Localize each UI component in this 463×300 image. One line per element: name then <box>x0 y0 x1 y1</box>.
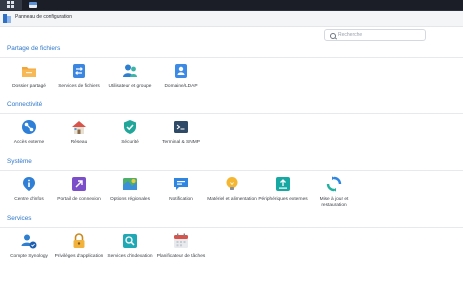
search-input[interactable] <box>338 31 423 39</box>
item-security[interactable]: Sécurité <box>104 119 156 146</box>
item-label: Privilèges d'application <box>54 254 104 259</box>
regional-map-icon <box>122 176 138 192</box>
search-box[interactable] <box>324 29 426 41</box>
task-scheduler-calendar-icon <box>173 233 189 249</box>
item-external-access[interactable]: Accès externe <box>3 119 55 146</box>
item-label: Portail de connexion <box>57 197 101 202</box>
window-titlebar: Panneau de configuration <box>0 11 463 27</box>
item-shared-folder[interactable]: Dossier partagé <box>3 63 55 90</box>
window-title: Panneau de configuration <box>15 14 72 20</box>
main-menu-button[interactable] <box>0 0 22 10</box>
item-label: Utilisateur et groupe <box>108 84 152 89</box>
item-hardware-power[interactable]: Matériel et alimentation <box>206 176 258 203</box>
login-portal-icon <box>71 176 87 192</box>
section-header: Connectivité <box>0 100 463 114</box>
item-synology-account[interactable]: Compte Synology <box>3 233 55 260</box>
control-panel-icon <box>3 14 11 23</box>
main-menu-grid-icon <box>7 1 14 8</box>
item-label: Notification <box>169 197 193 202</box>
item-network[interactable]: Réseau <box>53 119 105 146</box>
file-services-icon <box>71 63 87 79</box>
item-label: Matériel et alimentation <box>207 197 257 202</box>
item-label: Mise à jour et restauration <box>319 197 349 208</box>
notification-icon <box>173 176 189 192</box>
external-access-icon <box>21 119 37 135</box>
item-label: Planificateur de tâches <box>156 254 206 259</box>
taskbar-control-panel-button[interactable] <box>22 0 44 10</box>
item-regional-options[interactable]: Options régionales <box>104 176 156 203</box>
update-restore-icon <box>326 176 342 192</box>
item-label: Centre d'infos <box>14 197 44 202</box>
item-label: Sécurité <box>121 140 139 145</box>
item-domain-ldap[interactable]: Domaine/LDAP <box>155 63 207 90</box>
section-title: Système <box>7 158 32 165</box>
indexing-search-icon <box>122 233 138 249</box>
item-label: Accès externe <box>13 140 45 145</box>
item-indexing-service[interactable]: Services d'indexation <box>104 233 156 260</box>
item-label: Terminal & SNMP <box>162 140 200 145</box>
item-label: Compte Synology <box>10 254 48 259</box>
section-header: Services <box>0 214 463 228</box>
item-login-portal[interactable]: Portail de connexion <box>53 176 105 203</box>
item-update-restore[interactable]: Mise à jour et restauration <box>308 176 360 209</box>
item-notification[interactable]: Notification <box>155 176 207 203</box>
security-shield-icon <box>122 119 138 135</box>
folder-icon <box>21 63 37 79</box>
item-label: Domaine/LDAP <box>164 84 198 89</box>
domain-icon <box>173 63 189 79</box>
item-label: Périphériques externes <box>258 197 308 202</box>
section-header: Système <box>0 157 463 171</box>
section-title: Connectivité <box>7 101 43 108</box>
section-header: Partage de fichiers <box>0 44 463 58</box>
external-devices-icon <box>275 176 291 192</box>
item-terminal-snmp[interactable]: Terminal & SNMP <box>155 119 207 146</box>
section-title: Services <box>7 215 32 222</box>
section-title: Partage de fichiers <box>7 45 61 52</box>
item-label: Services de fichiers <box>58 84 100 89</box>
item-external-devices[interactable]: Périphériques externes <box>257 176 309 203</box>
terminal-icon <box>173 119 189 135</box>
item-app-privileges[interactable]: Privilèges d'application <box>53 233 105 260</box>
item-label: Dossier partagé <box>12 84 46 89</box>
synology-account-icon <box>21 233 37 249</box>
item-user-group[interactable]: Utilisateur et groupe <box>104 63 156 90</box>
taskbar <box>0 0 463 11</box>
item-label: Réseau <box>70 140 88 145</box>
item-label: Services d'indexation <box>107 254 153 259</box>
item-info-center[interactable]: Centre d'infos <box>3 176 55 203</box>
control-panel-taskbar-icon <box>29 2 37 8</box>
info-center-icon <box>21 176 37 192</box>
app-privileges-lock-icon <box>71 233 87 249</box>
item-label: Options régionales <box>110 197 150 202</box>
search-icon <box>330 33 336 39</box>
hardware-bulb-icon <box>224 176 240 192</box>
item-file-services[interactable]: Services de fichiers <box>53 63 105 90</box>
users-icon <box>122 63 138 79</box>
item-task-scheduler[interactable]: Planificateur de tâches <box>155 233 207 260</box>
network-house-icon <box>71 119 87 135</box>
